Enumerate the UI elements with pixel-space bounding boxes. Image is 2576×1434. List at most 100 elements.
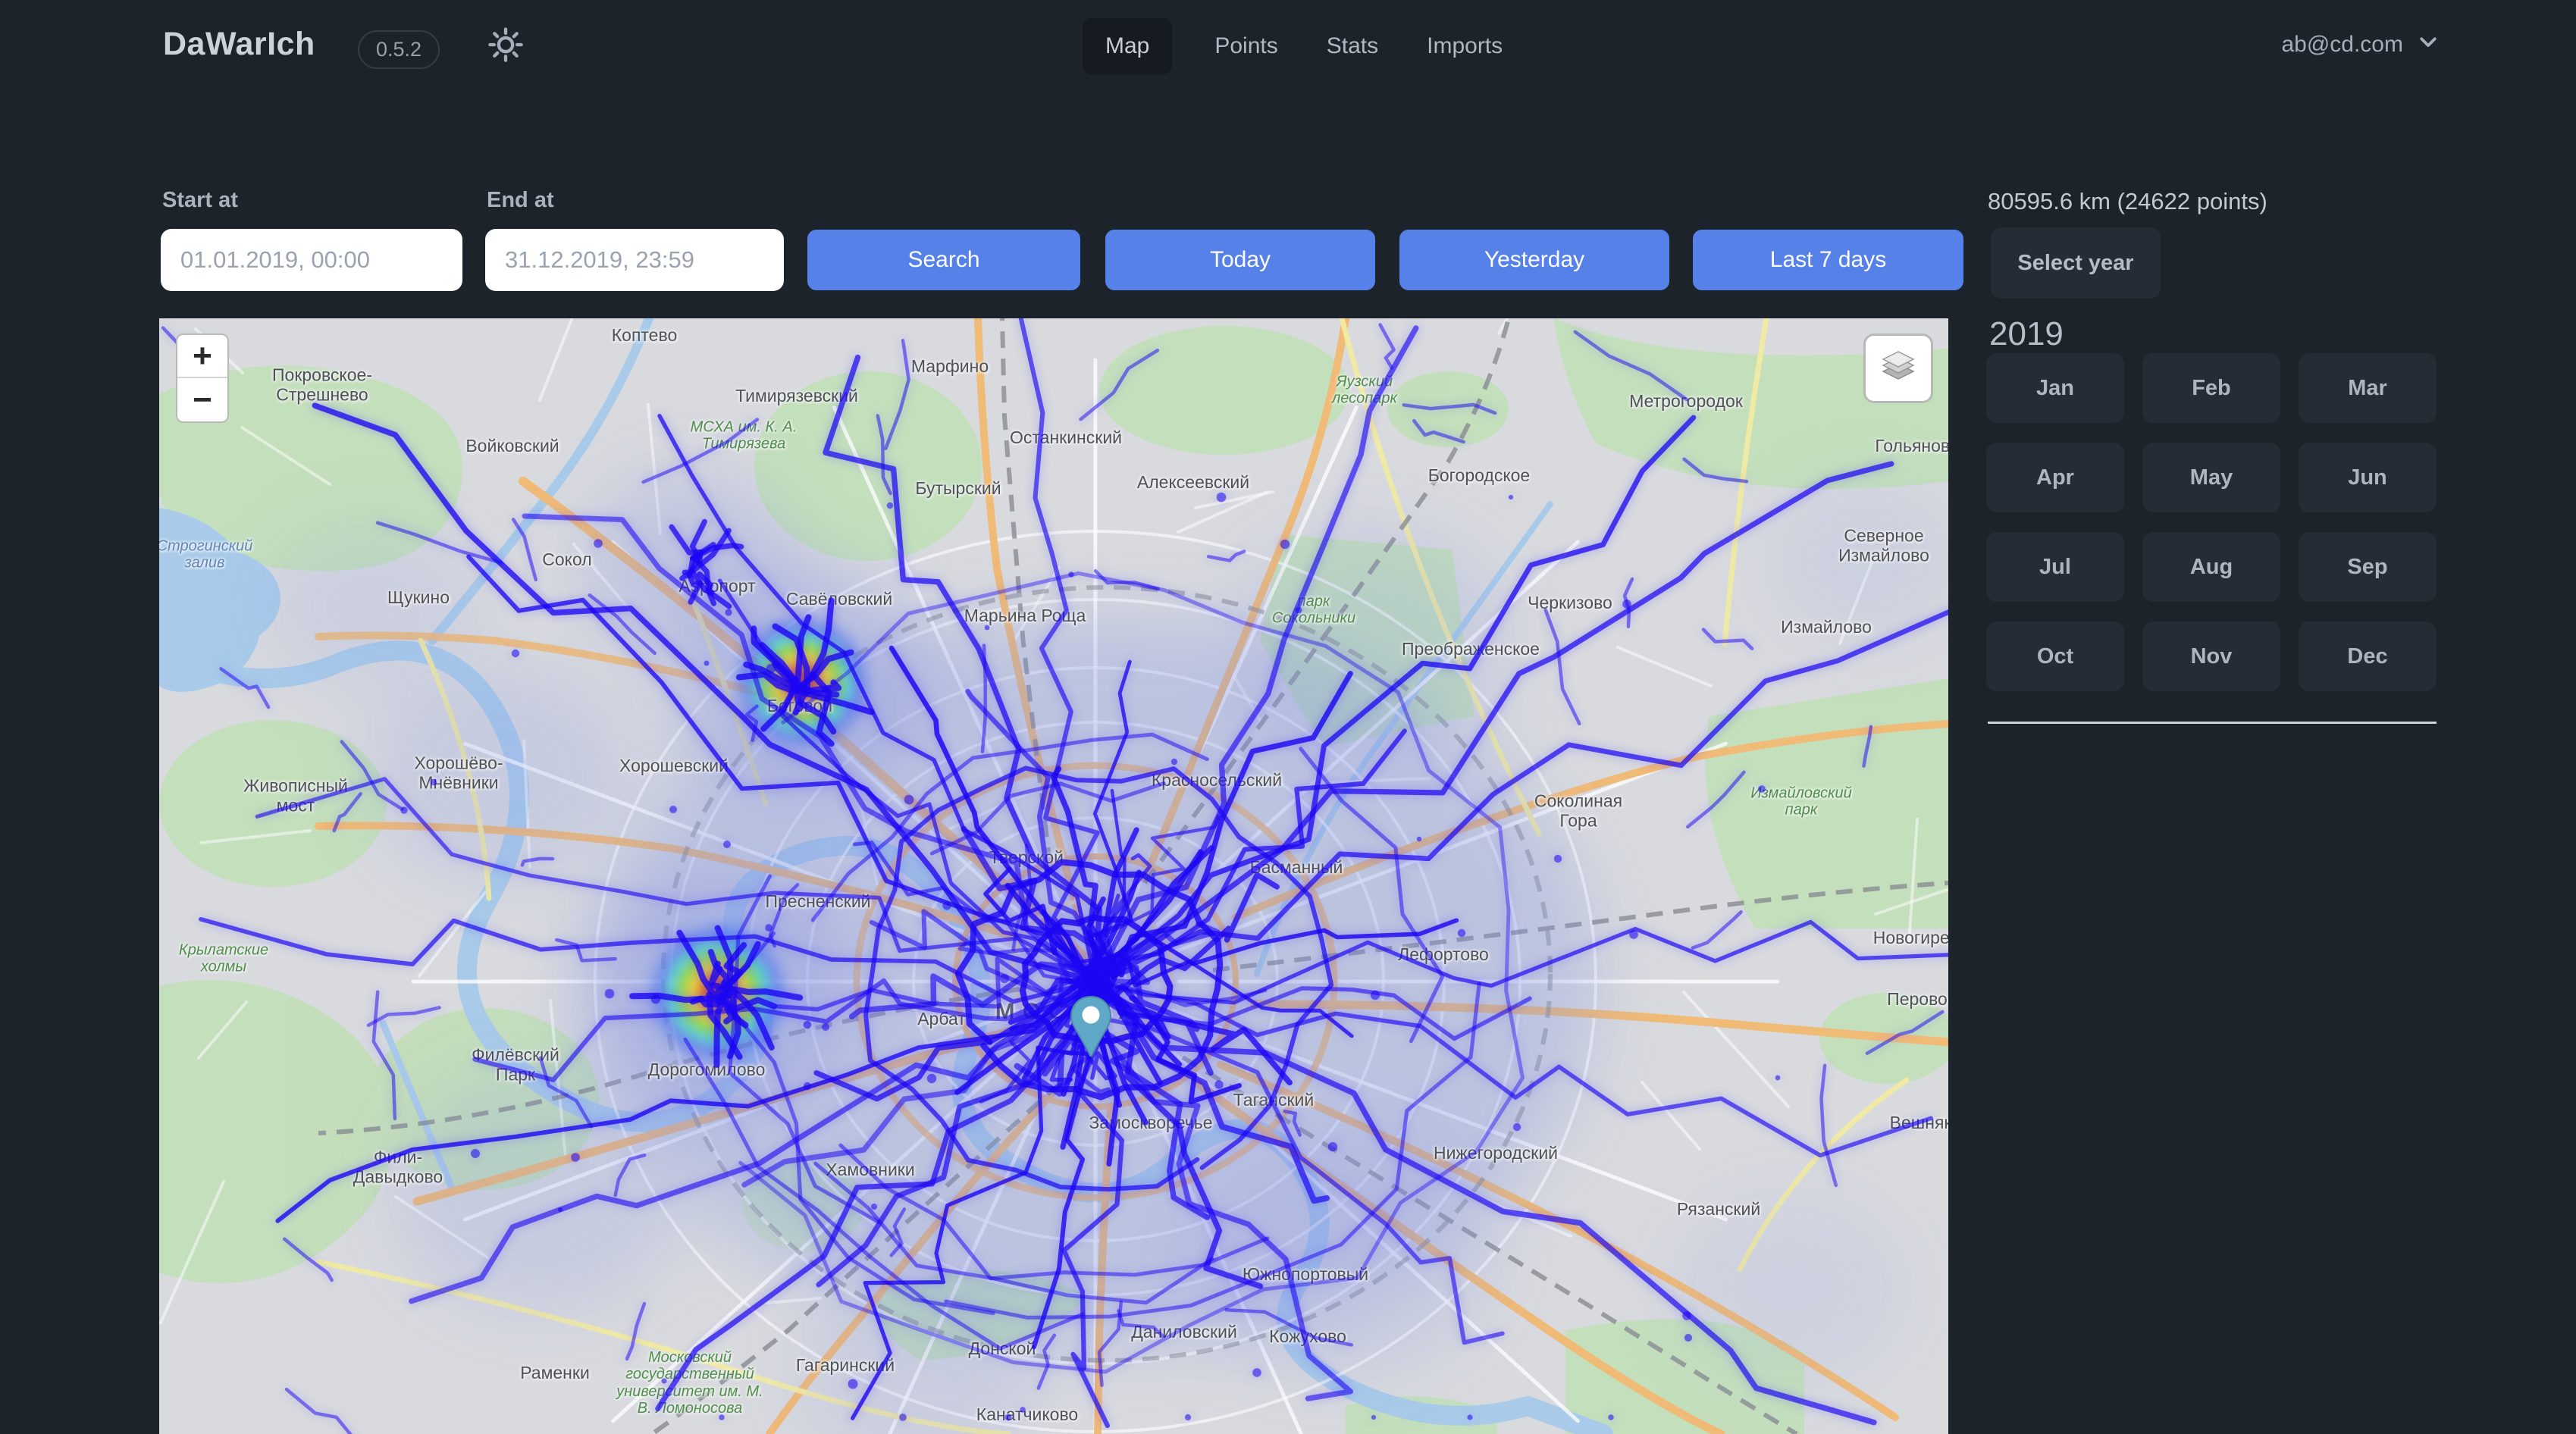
yesterday-button[interactable]: Yesterday <box>1399 230 1669 290</box>
map-label: Московский государственный университет и… <box>610 1349 769 1417</box>
map-label: Войковский <box>465 437 559 456</box>
map-label: парк Сокольники <box>1257 593 1371 628</box>
map-label: Алексеевский <box>1137 473 1249 493</box>
map-label: Северное Измайлово <box>1819 526 1948 565</box>
map-label: Кожухово <box>1269 1327 1346 1347</box>
map-label: Канатчиково <box>976 1405 1078 1425</box>
map-label: Тверской <box>989 848 1064 868</box>
tab-imports[interactable]: Imports <box>1421 18 1509 74</box>
map-label: Марьина Роща <box>964 606 1086 626</box>
map-label: Хамовники <box>826 1160 914 1180</box>
map-label: Коптево <box>612 326 677 346</box>
user-menu[interactable]: ab@cd.com <box>2281 30 2440 59</box>
sidebar-divider <box>1988 722 2437 724</box>
map-label: Строгинский залив <box>159 538 254 572</box>
zoom-in-button[interactable]: + <box>177 335 227 378</box>
version-badge: 0.5.2 <box>358 30 440 69</box>
map-label: Преображенское <box>1402 640 1540 659</box>
user-email: ab@cd.com <box>2281 32 2403 58</box>
map-label: Савёловский <box>786 590 892 609</box>
tab-points[interactable]: Points <box>1208 18 1283 74</box>
map-label: Красносельский <box>1152 771 1282 791</box>
chevron-down-icon <box>2417 30 2440 59</box>
select-year-button[interactable]: Select year <box>1991 227 2161 299</box>
main-nav-tabs: Map Points Stats Imports <box>1083 14 1509 79</box>
map-label: Яузский лесопарк <box>1308 374 1421 408</box>
end-date-input[interactable] <box>485 229 784 291</box>
dawarich-app: DaWarIch 0.5.2 Map Points Stats Imports … <box>0 0 2576 1434</box>
month-button-oct[interactable]: Oct <box>1986 622 2124 691</box>
month-button-mar[interactable]: Mar <box>2299 353 2437 423</box>
map-label: Марфино <box>911 357 989 377</box>
map-label: Фили-Давыдково <box>337 1148 459 1187</box>
map-label: Пресненский <box>765 892 870 912</box>
layers-icon <box>1877 346 1919 392</box>
app-logo[interactable]: DaWarIch <box>163 26 315 63</box>
map-label: Метрогородок <box>1629 392 1743 412</box>
map-label: Тимирязевский <box>735 387 858 406</box>
map-label: Покровское-Стрешнево <box>254 365 390 405</box>
start-at-label: Start at <box>162 188 238 213</box>
sun-icon <box>486 25 525 68</box>
month-button-sep[interactable]: Sep <box>2299 532 2437 602</box>
map-label: Южнопортовый <box>1243 1265 1368 1285</box>
map-label: Таганский <box>1233 1091 1314 1110</box>
map-label: Вешняки <box>1890 1113 1948 1133</box>
map-label: Замоскворечье <box>1089 1113 1212 1133</box>
map-label: Филёвский Парк <box>462 1045 569 1085</box>
map-label: Сокол <box>542 550 591 570</box>
month-grid: Jan Feb Mar Apr May Jun Jul Aug Sep Oct … <box>1986 353 2437 691</box>
map-label: Измайлово <box>1781 618 1872 637</box>
month-button-dec[interactable]: Dec <box>2299 622 2437 691</box>
search-button[interactable]: Search <box>807 230 1080 290</box>
month-button-may[interactable]: May <box>2142 443 2280 512</box>
tab-stats[interactable]: Stats <box>1321 18 1384 74</box>
map-label: Живописный мост <box>235 776 356 816</box>
map-label: Басманный <box>1250 858 1343 878</box>
theme-toggle-button[interactable] <box>482 23 529 70</box>
map-label: Щукино <box>387 588 450 608</box>
year-heading: 2019 <box>1989 315 2064 353</box>
tab-map[interactable]: Map <box>1083 18 1172 74</box>
zoom-out-button[interactable]: − <box>177 378 227 421</box>
map-label: Бутырский <box>915 479 1001 499</box>
map-label: Хорошёво-Мнёвники <box>387 753 531 793</box>
map-label: Останкинский <box>1010 428 1122 448</box>
start-date-input[interactable] <box>161 229 462 291</box>
map-zoom-control: + − <box>176 333 229 423</box>
map-label: Раменки <box>520 1364 590 1383</box>
month-button-jul[interactable]: Jul <box>1986 532 2124 602</box>
end-at-label: End at <box>487 188 554 213</box>
map-label: Рязанский <box>1677 1200 1760 1220</box>
map-label: Аэропорт <box>678 577 755 596</box>
month-button-aug[interactable]: Aug <box>2142 532 2280 602</box>
map-label: Новогиреево <box>1873 928 1948 948</box>
layers-control-button[interactable] <box>1863 333 1933 403</box>
last-7-days-button[interactable]: Last 7 days <box>1693 230 1963 290</box>
month-button-nov[interactable]: Nov <box>2142 622 2280 691</box>
month-button-jun[interactable]: Jun <box>2299 443 2437 512</box>
map-label: Донской <box>969 1339 1036 1359</box>
map-label: Гольяново <box>1875 437 1948 456</box>
map-label: Гагаринский <box>796 1356 895 1376</box>
map-canvas[interactable]: Коптево Покровское-Стрешнево Тимирязевск… <box>159 318 1948 1434</box>
map-label: Богородское <box>1428 466 1530 486</box>
month-button-feb[interactable]: Feb <box>2142 353 2280 423</box>
distance-stats: 80595.6 km (24622 points) <box>1988 188 2267 215</box>
map-label: Крылатские холмы <box>167 942 280 976</box>
map-label: Хорошевский <box>619 756 729 776</box>
map-label: Беговой <box>767 697 832 716</box>
map-place-labels: Коптево Покровское-Стрешнево Тимирязевск… <box>159 318 1948 1434</box>
map-label: Измайловский парк <box>1741 785 1862 819</box>
map-label: Нижегородский <box>1434 1144 1558 1163</box>
map-label: МСХА им. К. А. Тимирязева <box>664 419 823 453</box>
map-label: Лефортово <box>1398 945 1489 965</box>
map-label: Соколиная Гора <box>1521 791 1635 831</box>
month-button-apr[interactable]: Apr <box>1986 443 2124 512</box>
navbar: DaWarIch 0.5.2 Map Points Stats Imports … <box>0 0 2576 92</box>
current-position-marker[interactable] <box>1068 994 1114 1058</box>
month-button-jan[interactable]: Jan <box>1986 353 2124 423</box>
map-label: Даниловский <box>1131 1323 1237 1342</box>
today-button[interactable]: Today <box>1105 230 1375 290</box>
map-label: Черкизово <box>1528 593 1612 613</box>
